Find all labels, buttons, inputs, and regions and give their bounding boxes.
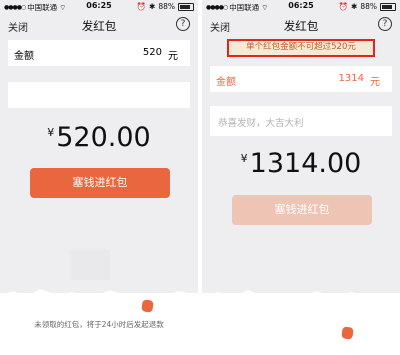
total-amount-value: 520.00 [56, 122, 151, 153]
battery-percent: 88% [158, 2, 175, 11]
amount-unit: 元 [168, 51, 178, 62]
amount-unit: 元 [370, 77, 380, 88]
send-button[interactable]: 塞钱进红包 [30, 168, 170, 198]
amount-field[interactable]: 金额 520 元 [8, 40, 190, 66]
help-icon[interactable]: ? [176, 17, 190, 31]
currency-symbol: ¥ [47, 126, 55, 139]
message-placeholder: 恭喜发财，大吉大利 [218, 118, 304, 129]
decor-dot [341, 326, 354, 340]
send-button[interactable]: 塞钱进红包 [232, 195, 372, 225]
page-title: 发红包 [283, 19, 319, 33]
torn-edge [0, 289, 198, 305]
nav-bar: 关闭 发红包 ? [202, 15, 400, 37]
background-shape [70, 250, 110, 280]
total-amount-value: 1314.00 [249, 148, 362, 179]
battery-icon [380, 2, 396, 11]
status-bar: ●●●●○ 中国联通 ⌔ 06:25 ⏰ ✱ 88% [202, 0, 400, 14]
amount-field[interactable]: 金额 1314 元 [210, 66, 392, 92]
battery-percent: 88% [360, 2, 377, 11]
total-amount: ¥1314.00 [202, 148, 400, 179]
refund-note: 未领取的红包，将于24小时后发起退款 [34, 320, 164, 329]
help-icon[interactable]: ? [378, 17, 392, 31]
amount-input[interactable]: 520 [143, 47, 162, 58]
currency-symbol: ¥ [240, 152, 248, 165]
bluetooth-icon: ✱ [149, 2, 156, 11]
page-title: 发红包 [81, 19, 117, 33]
amount-input[interactable]: 1314 [339, 73, 364, 84]
amount-label: 金额 [216, 77, 236, 88]
message-field[interactable] [8, 82, 190, 108]
bluetooth-icon: ✱ [351, 2, 358, 11]
alarm-icon: ⏰ [136, 2, 147, 11]
decor-dot [141, 299, 154, 313]
right-screen: ●●●●○ 中国联通 ⌔ 06:25 ⏰ ✱ 88% 关闭 发红包 ? 单个红包… [202, 0, 400, 355]
status-right: ⏰ ✱ 88% [339, 2, 396, 11]
amount-label: 金额 [14, 51, 34, 62]
torn-edge [202, 290, 400, 305]
status-right: ⏰ ✱ 88% [137, 2, 194, 11]
status-bar: ●●●●○ 中国联通 ⌔ 06:25 ⏰ ✱ 88% [0, 0, 198, 14]
message-field[interactable]: 恭喜发财，大吉大利 [210, 106, 392, 136]
limit-warning: 单个红包金额不可超过520元 [227, 39, 375, 57]
total-amount: ¥520.00 [0, 122, 198, 153]
battery-icon [178, 2, 194, 11]
nav-bar: 关闭 发红包 ? [0, 15, 198, 37]
alarm-icon: ⏰ [338, 2, 349, 11]
left-screen: ●●●●○ 中国联通 ⌔ 06:25 ⏰ ✱ 88% 关闭 发红包 ? 金额 5… [0, 0, 198, 355]
